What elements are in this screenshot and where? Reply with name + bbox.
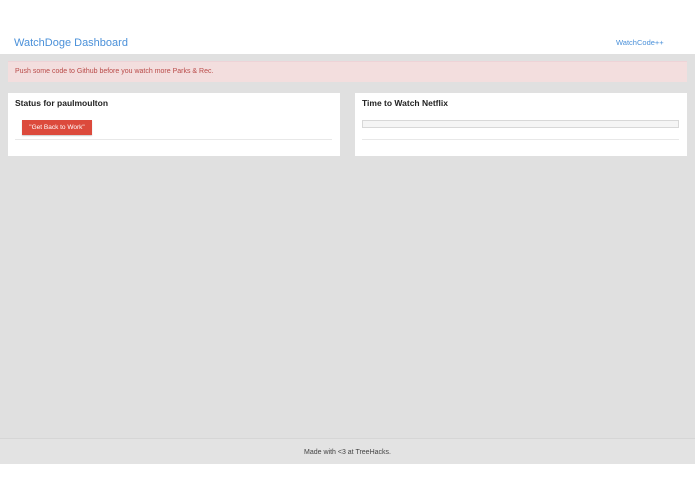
netflix-card-title: Time to Watch Netflix (362, 98, 448, 108)
brand-link[interactable]: WatchDoge Dashboard (14, 37, 128, 49)
card-divider (15, 139, 332, 140)
footer-text: Made with <3 at TreeHacks. (304, 449, 391, 456)
get-back-to-work-button[interactable]: "Get Back to Work" (22, 120, 92, 135)
card-divider (362, 139, 679, 140)
alert-banner: Push some code to Github before you watc… (8, 61, 687, 82)
navbar: WatchDoge Dashboard WatchCode++ (0, 0, 695, 54)
watchcode-link[interactable]: WatchCode++ (616, 38, 664, 47)
footer: Made with <3 at TreeHacks. (0, 438, 695, 464)
status-card: Status for paulmoulton "Get Back to Work… (8, 93, 340, 156)
netflix-card: Time to Watch Netflix (355, 93, 687, 156)
netflix-progress-bar (362, 120, 679, 128)
alert-message: Push some code to Github before you watc… (15, 68, 214, 75)
page-bottom (0, 464, 695, 494)
status-card-title: Status for paulmoulton (15, 98, 109, 108)
